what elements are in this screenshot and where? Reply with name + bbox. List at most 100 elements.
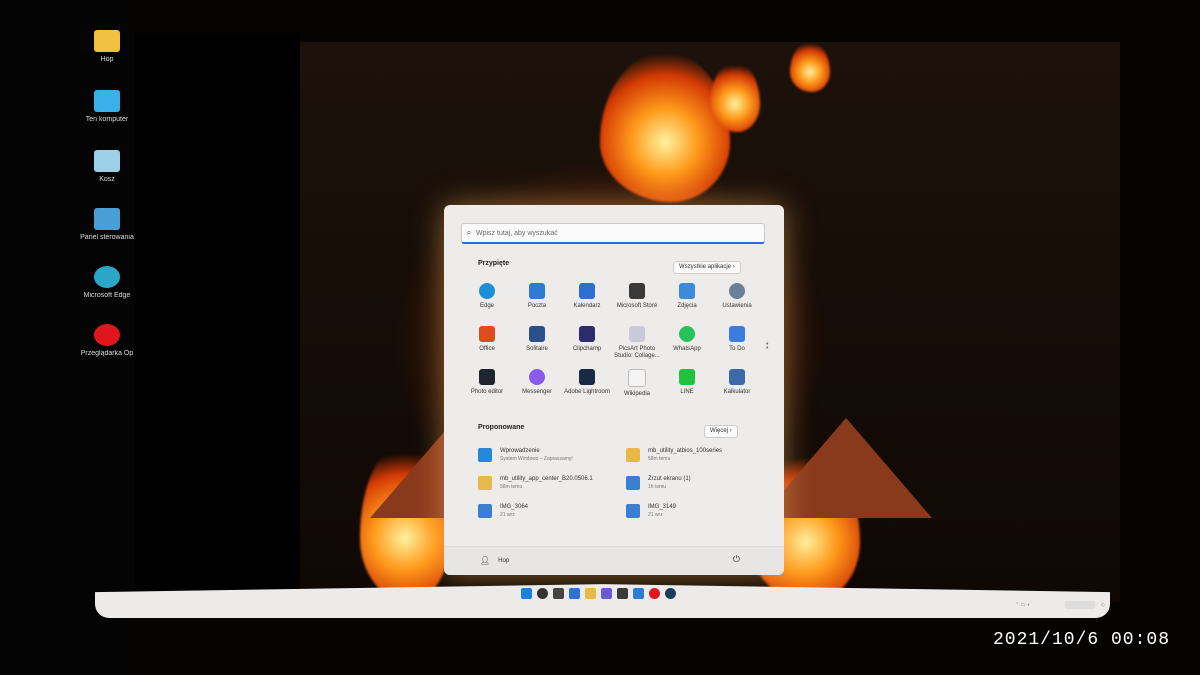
recommended-item-title: Wprowadzenie bbox=[500, 448, 540, 454]
image-file-icon bbox=[626, 504, 640, 518]
recommended-item-text: IMG_3149 21 wrz bbox=[648, 504, 676, 518]
recommended-item-subtitle: 1h temu bbox=[648, 484, 667, 490]
desktop-icon-recycle-bin[interactable]: Kosz bbox=[78, 150, 136, 183]
pinned-app-solitaire[interactable]: Solitaire bbox=[512, 326, 562, 353]
edge-icon bbox=[94, 266, 120, 288]
recommended-item-subtitle: 21 wrz bbox=[500, 512, 515, 518]
folder-icon bbox=[94, 30, 120, 52]
taskbar-task-view-icon[interactable] bbox=[553, 588, 564, 599]
pinned-app-todo[interactable]: To Do bbox=[712, 326, 762, 353]
pinned-app-label: Microsoft Store bbox=[616, 303, 658, 309]
opera-icon bbox=[94, 324, 120, 346]
messenger-icon bbox=[529, 369, 545, 385]
user-icon: 👤︎ bbox=[480, 556, 491, 565]
all-apps-label: Wszystkie aplikacje bbox=[679, 264, 732, 270]
photo-timestamp: 2021/10/6 00:08 bbox=[992, 630, 1170, 650]
pinned-app-store[interactable]: Microsoft Store bbox=[612, 283, 662, 310]
todo-icon bbox=[729, 326, 745, 342]
start-footer: 👤︎ Hop ⏻ bbox=[444, 546, 784, 575]
desktop-icon-label: Przeglądarka Op bbox=[80, 350, 134, 357]
search-icon: ⌕ bbox=[466, 228, 472, 237]
office-icon bbox=[479, 326, 495, 342]
taskbar-widgets-icon[interactable] bbox=[569, 588, 580, 599]
desktop-icon-control-panel[interactable]: Panel sterowania bbox=[78, 208, 136, 241]
desktop-icon-folder[interactable]: Hop bbox=[78, 30, 136, 63]
photo-editor-icon bbox=[479, 369, 495, 385]
pinned-app-line[interactable]: LINE bbox=[662, 369, 712, 396]
power-icon[interactable]: ⏻ bbox=[733, 554, 740, 565]
flame-decoration bbox=[600, 52, 730, 202]
pinned-app-label: Poczta bbox=[527, 303, 547, 309]
flame-decoration bbox=[790, 42, 830, 92]
clock-area[interactable] bbox=[1065, 601, 1095, 609]
pinned-app-clipchamp[interactable]: Clipchamp bbox=[562, 326, 612, 353]
desktop-icon-label: Kosz bbox=[99, 176, 115, 183]
folder-icon bbox=[478, 476, 492, 490]
search-input[interactable]: ⌕ Wpisz tutaj, aby wyszukać bbox=[461, 223, 765, 244]
solitaire-icon bbox=[529, 326, 545, 342]
taskbar-file-explorer-icon[interactable] bbox=[585, 588, 596, 599]
all-apps-button[interactable]: Wszystkie aplikacje › bbox=[673, 261, 741, 274]
desktop-icon-label: Microsoft Edge bbox=[83, 292, 131, 299]
recommended-item[interactable]: Zrzut ekranu (1) 1h temu bbox=[626, 476, 691, 490]
pinned-app-picsart[interactable]: PicsArt Photo Studio: Collage... bbox=[612, 326, 662, 360]
calculator-icon bbox=[729, 369, 745, 385]
edge-icon bbox=[479, 283, 495, 299]
clipchamp-icon bbox=[579, 326, 595, 342]
pinned-app-photo-editor[interactable]: Photo editor bbox=[462, 369, 512, 396]
pinned-app-label: Office bbox=[479, 346, 495, 352]
page-dots-icon[interactable]: • • bbox=[766, 341, 768, 352]
pinned-app-calculator[interactable]: Kalkulator bbox=[712, 369, 762, 396]
notification-icon[interactable]: ◇ bbox=[1101, 602, 1105, 608]
settings-icon bbox=[729, 283, 745, 299]
pinned-app-mail[interactable]: Poczta bbox=[512, 283, 562, 310]
pinned-app-label: Kalkulator bbox=[723, 389, 751, 395]
taskbar-mail-icon[interactable] bbox=[633, 588, 644, 599]
system-tray[interactable]: ⌃ ▭ ◖ bbox=[1015, 602, 1030, 608]
chevron-right-icon: › bbox=[729, 428, 732, 434]
pinned-app-calendar[interactable]: Kalendarz bbox=[562, 283, 612, 310]
recommended-item[interactable]: mb_utility_atbios_100series 58m temu bbox=[626, 448, 722, 462]
pinned-app-edge[interactable]: Edge bbox=[462, 283, 512, 310]
recommended-item-text: mb_utility_app_center_B20.0506.1 58m temu bbox=[500, 476, 593, 490]
search-placeholder: Wpisz tutaj, aby wyszukać bbox=[476, 229, 558, 237]
recommended-item-subtitle: System Windows – Zapraszamy! bbox=[500, 456, 573, 462]
line-icon bbox=[679, 369, 695, 385]
user-account-button[interactable]: 👤︎ Hop bbox=[480, 556, 509, 565]
pinned-app-whatsapp[interactable]: WhatsApp bbox=[662, 326, 712, 353]
desktop-icon-edge[interactable]: Microsoft Edge bbox=[78, 266, 136, 299]
pinned-app-label: Zdjęcia bbox=[677, 303, 697, 309]
pinned-app-settings[interactable]: Ustawienia bbox=[712, 283, 762, 310]
desktop-icon-opera[interactable]: Przeglądarka Op bbox=[78, 324, 136, 357]
wallpaper-pyramid-right bbox=[760, 418, 932, 518]
recommended-item[interactable]: mb_utility_app_center_B20.0506.1 58m temu bbox=[478, 476, 593, 490]
taskbar-search-icon[interactable] bbox=[537, 588, 548, 599]
recommended-item-title: IMG_3064 bbox=[500, 504, 529, 510]
pinned-app-label: Adobe Lightroom bbox=[564, 389, 610, 395]
pinned-app-label: Edge bbox=[479, 303, 494, 309]
recommended-item[interactable]: Wprowadzenie System Windows – Zapraszamy! bbox=[478, 448, 573, 462]
desktop-icon-label: Ten komputer bbox=[85, 116, 129, 123]
recommended-item[interactable]: IMG_3149 21 wrz bbox=[626, 504, 676, 518]
pinned-app-wikipedia[interactable]: Wikipedia bbox=[612, 369, 662, 398]
black-panel bbox=[135, 33, 300, 589]
more-button[interactable]: Więcej › bbox=[704, 425, 738, 438]
taskbar-opera-icon[interactable] bbox=[649, 588, 660, 599]
lightroom-icon bbox=[579, 369, 595, 385]
pinned-app-messenger[interactable]: Messenger bbox=[512, 369, 562, 396]
pinned-app-office[interactable]: Office bbox=[462, 326, 512, 353]
more-label: Więcej bbox=[710, 428, 729, 434]
pinned-title: Przypięte bbox=[478, 260, 510, 267]
recommended-item[interactable]: IMG_3064 21 wrz bbox=[478, 504, 528, 518]
taskbar-start-icon[interactable] bbox=[521, 588, 532, 599]
taskbar-steam-icon[interactable] bbox=[665, 588, 676, 599]
taskbar-teams-icon[interactable] bbox=[601, 588, 612, 599]
pinned-app-label: WhatsApp bbox=[673, 346, 701, 352]
pinned-app-photos[interactable]: Zdjęcia bbox=[662, 283, 712, 310]
pinned-app-lightroom[interactable]: Adobe Lightroom bbox=[562, 369, 612, 396]
taskbar-store-icon[interactable] bbox=[617, 588, 628, 599]
pinned-app-label: Messenger bbox=[522, 389, 552, 395]
desktop-icon-computer[interactable]: Ten komputer bbox=[78, 90, 136, 123]
whatsapp-icon bbox=[679, 326, 695, 342]
get-started-icon bbox=[478, 448, 492, 462]
